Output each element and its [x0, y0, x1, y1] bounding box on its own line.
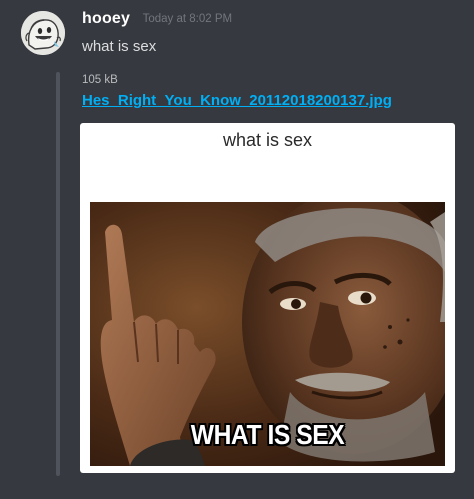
- meme-bottom-caption: WHAT IS SEX: [190, 419, 345, 450]
- chat-message: hooey Today at 8:02 PM what is sex 105 k…: [0, 0, 474, 499]
- avatar[interactable]: [21, 11, 65, 55]
- cartoon-face-avatar-icon: [21, 11, 65, 55]
- message-header: hooey Today at 8:02 PM: [82, 10, 232, 28]
- image-attachment[interactable]: what is sex WHAT IS SEX: [80, 123, 455, 473]
- file-name-link[interactable]: Hes_Right_You_Know_20112018200137.jpg: [82, 92, 392, 109]
- timestamp: Today at 8:02 PM: [142, 13, 233, 25]
- attachment-accent-bar: [56, 72, 60, 476]
- message-content: what is sex: [82, 38, 157, 55]
- username[interactable]: hooey: [82, 10, 130, 27]
- meme-top-caption: what is sex: [222, 130, 313, 150]
- file-size: 105 kB: [82, 74, 118, 86]
